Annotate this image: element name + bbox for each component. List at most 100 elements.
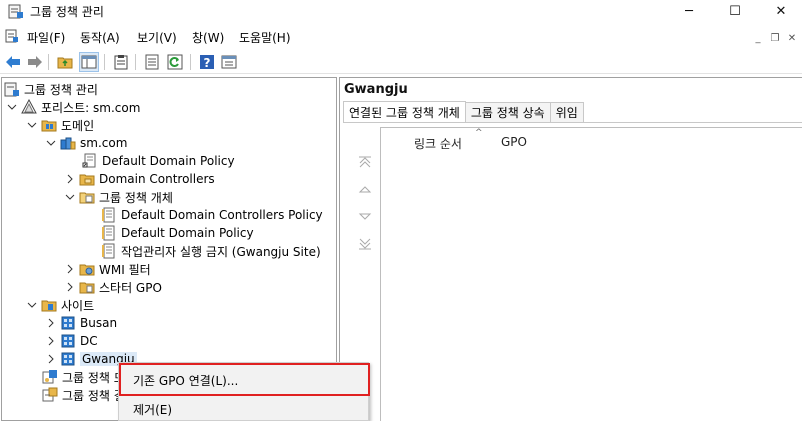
site-icon <box>60 351 76 367</box>
chevron-right-icon[interactable] <box>64 173 76 185</box>
tree-item-label: Default Domain Policy <box>102 154 235 168</box>
gpmc-icon <box>4 81 20 97</box>
column-header-link-order[interactable]: 링크 순서 <box>414 135 462 152</box>
site-icon <box>60 315 76 331</box>
move-up-icon[interactable] <box>357 182 373 198</box>
context-item-remove[interactable]: 제거(E) <box>133 401 172 418</box>
tree-item-label: Domain Controllers <box>99 172 215 186</box>
context-item-link-existing-gpo[interactable]: 기존 GPO 연결(L)... <box>133 372 238 389</box>
pane-title: Gwangju <box>344 82 408 97</box>
tree-item-label: 도메인 <box>61 118 95 133</box>
tree-item-gpo-default-domain-controllers-policy[interactable]: Default Domain Controllers Policy <box>101 206 323 224</box>
mdi-minimize-button[interactable]: _ <box>751 31 765 45</box>
tree-item-domain-controllers[interactable]: Domain Controllers <box>64 170 215 188</box>
domains-folder-icon <box>41 117 57 133</box>
chevron-right-icon[interactable] <box>45 353 57 365</box>
mdi-close-button[interactable]: ✕ <box>785 31 799 45</box>
tree-item-wmi-filters[interactable]: WMI 필터 <box>64 260 151 278</box>
tree-item-gpo-default-domain-policy[interactable]: Default Domain Policy <box>101 224 254 242</box>
gpo-icon <box>101 225 117 241</box>
menu-window[interactable]: 창(W) <box>192 29 224 46</box>
menu-file[interactable]: 파일(F) <box>27 29 65 46</box>
tree-item-label: Default Domain Policy <box>121 226 254 240</box>
tab-delegation[interactable]: 위임 <box>549 102 584 122</box>
console-icon[interactable] <box>219 52 239 72</box>
svg-text:?: ? <box>204 56 211 70</box>
title-bar: 그룹 정책 관리 ─ ☐ ✕ <box>0 0 802 22</box>
maximize-button[interactable]: ☐ <box>712 0 758 22</box>
document-icon[interactable] <box>4 28 20 47</box>
chevron-down-icon[interactable] <box>64 191 76 203</box>
clipboard-icon[interactable] <box>111 52 131 72</box>
tree-item-domains[interactable]: 도메인 <box>26 116 94 134</box>
tree-item-gp-modeling[interactable]: 그룹 정책 모 <box>42 368 125 386</box>
mdi-restore-button[interactable]: ❐ <box>768 31 782 45</box>
tab-divider <box>343 122 802 123</box>
column-header-gpo[interactable]: GPO <box>501 135 527 149</box>
show-tree-icon[interactable] <box>79 52 99 72</box>
chevron-right-icon[interactable] <box>64 281 76 293</box>
chevron-right-icon[interactable] <box>45 335 57 347</box>
domain-icon <box>60 135 76 151</box>
up-folder-icon[interactable] <box>55 52 75 72</box>
chevron-down-icon[interactable] <box>45 137 57 149</box>
modeling-icon <box>42 369 58 385</box>
forest-icon <box>21 99 37 115</box>
help-icon[interactable]: ? <box>197 52 217 72</box>
tree-item-gpo-container[interactable]: 그룹 정책 개체 <box>64 188 173 206</box>
tab-gp-inheritance[interactable]: 그룹 정책 상속 <box>464 102 551 122</box>
sites-folder-icon <box>41 297 57 313</box>
tree-item-label: 사이트 <box>61 298 95 313</box>
tree-item-label: WMI 필터 <box>99 262 151 277</box>
window-title: 그룹 정책 관리 <box>30 5 104 19</box>
toolbar-separator <box>104 54 105 70</box>
gpo-link-icon <box>82 153 98 169</box>
toolbar-separator <box>48 54 49 70</box>
results-icon <box>42 387 58 403</box>
tree-item-label: Default Domain Controllers Policy <box>121 208 323 222</box>
context-menu: 기존 GPO 연결(L)... 제거(E) <box>118 362 370 421</box>
tree-item-label: DC <box>80 334 98 348</box>
close-button[interactable]: ✕ <box>758 0 802 22</box>
toolbar: ? <box>0 50 802 74</box>
menu-action[interactable]: 동작(A) <box>80 29 120 46</box>
tree-item-site-busan[interactable]: Busan <box>45 314 117 332</box>
toolbar-separator <box>135 54 136 70</box>
properties-icon[interactable] <box>142 52 162 72</box>
tree-item-domain-sm-com[interactable]: sm.com <box>45 134 127 152</box>
tree-item-label: 그룹 정책 관리 <box>24 82 98 97</box>
chevron-right-icon[interactable] <box>45 317 57 329</box>
refresh-icon[interactable] <box>165 52 185 72</box>
forward-icon[interactable] <box>25 52 45 72</box>
move-to-top-icon[interactable] <box>357 154 373 170</box>
tree-item-sites[interactable]: 사이트 <box>26 296 94 314</box>
toolbar-separator <box>190 54 191 70</box>
tree-item-site-dc[interactable]: DC <box>45 332 98 350</box>
minimize-button[interactable]: ─ <box>666 0 712 22</box>
move-down-icon[interactable] <box>357 208 373 224</box>
chevron-right-icon[interactable] <box>64 263 76 275</box>
tree-item-label: Busan <box>80 316 118 330</box>
tab-linked-gpos[interactable]: 연결된 그룹 정책 개체 <box>343 101 466 122</box>
tree-item-gpo-link-default-domain-policy[interactable]: Default Domain Policy <box>82 152 235 170</box>
linked-gpo-list[interactable]: ^ 링크 순서 GPO <box>380 127 802 421</box>
tree-item-starter-gpos[interactable]: 스타터 GPO <box>64 278 162 296</box>
menu-view[interactable]: 보기(V) <box>137 29 177 46</box>
tree-item-gp-results[interactable]: 그룹 정책 결 <box>42 386 125 404</box>
menu-bar: 파일(F) 동작(A) 보기(V) 창(W) 도움말(H) _ ❐ ✕ <box>0 25 802 47</box>
tree-item-label: 포리스트: sm.com <box>41 100 141 115</box>
move-to-bottom-icon[interactable] <box>357 236 373 252</box>
starter-gpo-folder-icon <box>79 279 95 295</box>
chevron-down-icon[interactable] <box>6 101 18 113</box>
tree-item-label: 그룹 정책 결 <box>62 388 125 403</box>
gpo-folder-icon <box>79 189 95 205</box>
tree-item-label: 작업관리자 실행 금지 (Gwangju Site) <box>121 244 321 259</box>
back-icon[interactable] <box>3 52 23 72</box>
gpo-icon <box>101 207 117 223</box>
chevron-down-icon[interactable] <box>26 119 38 131</box>
chevron-down-icon[interactable] <box>26 299 38 311</box>
tree-item-forest[interactable]: 포리스트: sm.com <box>6 98 140 116</box>
tree-item-gpmc-root[interactable]: 그룹 정책 관리 <box>4 80 98 98</box>
tree-item-gpo-taskmgr[interactable]: 작업관리자 실행 금지 (Gwangju Site) <box>101 242 321 260</box>
menu-help[interactable]: 도움말(H) <box>239 29 291 46</box>
